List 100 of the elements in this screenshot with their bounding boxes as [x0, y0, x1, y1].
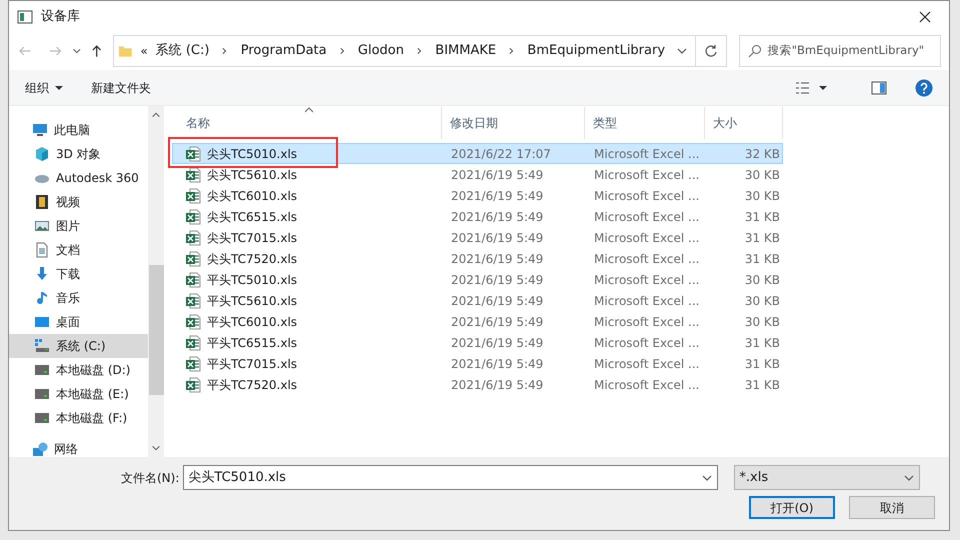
desktop-icon: [34, 314, 50, 330]
sidebar-item[interactable]: 桌面: [9, 310, 148, 334]
file-row[interactable]: 平头TC5610.xls 2021/6/19 5:49 Microsoft Excel ... 30 KB: [172, 290, 783, 311]
spreadsheet-icon: [185, 250, 201, 266]
file-type: Microsoft Excel ...: [593, 292, 700, 310]
spreadsheet-icon: [185, 272, 201, 288]
file-row[interactable]: 平头TC7520.xls 2021/6/19 5:49 Microsoft Excel ... 31 KB: [172, 374, 783, 395]
file-type: Microsoft Excel ...: [593, 334, 700, 352]
file-size: 31 KB: [744, 376, 780, 394]
network-icon: [32, 441, 48, 457]
modified-date: 2021/6/19 5:49: [450, 208, 544, 226]
search-icon: [748, 44, 762, 58]
sidebar-item[interactable]: 下载: [9, 262, 148, 286]
sidebar-item[interactable]: 本地磁盘 (D:): [9, 358, 148, 382]
new-folder-button[interactable]: 新建文件夹: [91, 78, 151, 96]
spreadsheet-icon: [185, 208, 201, 224]
breadcrumb-item[interactable]: 系统 (C:): [152, 41, 214, 61]
sidebar-item[interactable]: 本地磁盘 (E:): [9, 382, 148, 406]
sidebar-item[interactable]: 文档: [9, 238, 148, 262]
breadcrumb-item[interactable]: BIMMAKE: [431, 41, 500, 61]
file-row[interactable]: 平头TC5010.xls 2021/6/19 5:49 Microsoft Excel ... 30 KB: [172, 269, 783, 290]
help-icon[interactable]: [915, 78, 933, 96]
sidebar-item[interactable]: 视频: [9, 190, 148, 214]
file-row[interactable]: 尖头TC7520.xls 2021/6/19 5:49 Microsoft Excel ... 31 KB: [172, 248, 783, 269]
breadcrumb-item[interactable]: BmEquipmentLibrary: [523, 41, 670, 61]
file-size: 30 KB: [744, 314, 780, 330]
file-size: 31 KB: [744, 208, 780, 226]
modified-date: 2021/6/19 5:49: [450, 314, 544, 330]
file-row[interactable]: 平头TC7015.xls 2021/6/19 5:49 Microsoft Excel ... 31 KB: [172, 353, 783, 374]
file-row[interactable]: 平头TC6010.xls 2021/6/19 5:49 Microsoft Excel ... 30 KB: [172, 311, 783, 332]
file-row[interactable]: 尖头TC5010.xls 2021/6/22 17:07 Microsoft Excel ... 32 KB: [172, 143, 783, 164]
download-icon: [34, 266, 50, 282]
cube-icon: [34, 146, 50, 162]
filename-label: 文件名(N):: [121, 470, 180, 486]
file-type: Microsoft Excel ...: [593, 272, 700, 288]
file-size: 30 KB: [744, 272, 780, 288]
sidebar-item[interactable]: 3D 对象: [9, 142, 148, 166]
breadcrumb-item[interactable]: Glodon: [354, 41, 408, 61]
music-note-icon: [34, 290, 50, 306]
file-row[interactable]: 尖头TC6515.xls 2021/6/19 5:49 Microsoft Excel ... 31 KB: [172, 206, 783, 227]
spreadsheet-icon: [185, 146, 201, 162]
modified-date: 2021/6/19 5:49: [450, 250, 544, 268]
preview-pane-icon[interactable]: [871, 80, 887, 96]
drive-icon: [34, 362, 50, 378]
spreadsheet-icon: [185, 314, 201, 330]
address-bar[interactable]: « 系统 (C:) ProgramData Glodon BIMMAKE BmEquipmentLibrary: [112, 35, 727, 67]
file-type: Microsoft Excel ...: [593, 314, 700, 330]
search-field[interactable]: 搜索"BmEquipmentLibrary": [738, 35, 942, 67]
modified-date: 2021/6/19 5:49: [450, 376, 544, 394]
file-name: 平头TC6515.xls: [207, 334, 298, 352]
sidebar-item[interactable]: 此电脑: [9, 118, 148, 142]
sidebar-item[interactable]: 音乐: [9, 286, 148, 310]
file-row[interactable]: 平头TC6515.xls 2021/6/19 5:49 Microsoft Excel ... 31 KB: [172, 332, 783, 353]
file-name: 平头TC6010.xls: [207, 314, 298, 330]
breadcrumb-item[interactable]: ProgramData: [236, 41, 331, 61]
sidebar-item[interactable]: Autodesk 360: [9, 166, 148, 190]
file-size: 31 KB: [744, 230, 780, 246]
sidebar-item[interactable]: 本地磁盘 (F:): [9, 406, 148, 430]
modified-date: 2021/6/19 5:49: [450, 292, 544, 310]
overflow-chevron[interactable]: «: [140, 42, 148, 60]
window-title: 设备库: [41, 8, 80, 26]
sidebar-item[interactable]: 网络: [9, 437, 148, 461]
file-row[interactable]: 尖头TC7015.xls 2021/6/19 5:49 Microsoft Excel ... 31 KB: [172, 227, 783, 248]
caret-icon: [55, 84, 63, 92]
modified-date: 2021/6/19 5:49: [450, 166, 544, 184]
column-header[interactable]: 类型: [585, 107, 705, 139]
file-size: 30 KB: [744, 188, 780, 204]
column-header[interactable]: 修改日期: [442, 107, 585, 139]
file-type: Microsoft Excel ...: [593, 250, 700, 268]
file-type: Microsoft Excel ...: [593, 188, 700, 204]
file-type-dropdown[interactable]: *.xls: [734, 465, 920, 490]
view-options-icon[interactable]: [795, 80, 827, 96]
file-size: 31 KB: [744, 334, 780, 352]
file-row[interactable]: 尖头TC6010.xls 2021/6/19 5:49 Microsoft Excel ... 30 KB: [172, 185, 783, 206]
file-name: 尖头TC6010.xls: [207, 188, 298, 204]
file-row[interactable]: 尖头TC5610.xls 2021/6/19 5:49 Microsoft Excel ... 30 KB: [172, 164, 783, 185]
open-button[interactable]: 打开(O): [749, 496, 835, 519]
file-name: 平头TC7015.xls: [207, 356, 298, 372]
modified-date: 2021/6/19 5:49: [450, 334, 544, 352]
file-name: 平头TC5010.xls: [207, 272, 298, 288]
file-size: 30 KB: [744, 166, 780, 184]
file-type: Microsoft Excel ...: [593, 356, 700, 372]
column-header[interactable]: 大小: [705, 107, 783, 139]
cancel-button[interactable]: 取消: [849, 496, 935, 519]
drive-icon: [34, 338, 50, 354]
spreadsheet-icon: [185, 334, 201, 350]
modified-date: 2021/6/22 17:07: [450, 146, 552, 162]
column-header[interactable]: 名称: [172, 107, 442, 139]
file-name: 尖头TC5010.xls: [207, 146, 298, 162]
organize-button[interactable]: 组织: [25, 78, 63, 96]
file-name: 尖头TC7520.xls: [207, 250, 298, 268]
close-icon: [919, 10, 931, 22]
sidebar-item[interactable]: 图片: [9, 214, 148, 238]
refresh-icon[interactable]: [704, 44, 718, 58]
modified-date: 2021/6/19 5:49: [450, 356, 544, 372]
filename-field[interactable]: 尖头TC5010.xls: [183, 465, 718, 490]
scrollbar[interactable]: [148, 106, 164, 457]
sidebar-item[interactable]: 系统 (C:): [9, 334, 148, 358]
document-icon: [34, 242, 50, 258]
file-name: 尖头TC7015.xls: [207, 230, 298, 246]
